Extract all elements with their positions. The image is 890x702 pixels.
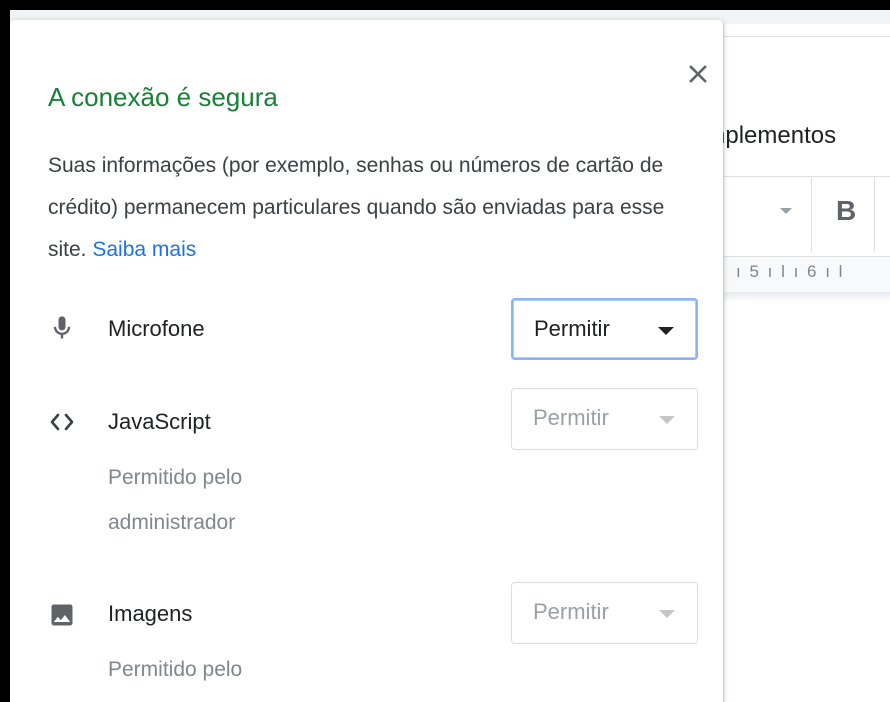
- window-frame-left: [0, 0, 10, 702]
- note-line: administrador: [108, 692, 242, 702]
- toolbar-separator: [874, 178, 875, 252]
- javascript-permission-select: Permitir: [511, 388, 698, 450]
- image-icon: [51, 604, 73, 626]
- select-value: Permitir: [533, 405, 609, 430]
- close-icon: [689, 65, 707, 83]
- javascript-admin-note: Permitido pelo administrador: [108, 455, 242, 545]
- images-admin-note: Permitido pelo administrador: [108, 647, 242, 702]
- site-info-popup: A conexão é segura Suas informações (por…: [10, 20, 723, 702]
- close-button[interactable]: [682, 58, 714, 90]
- document-toolbar: [724, 176, 890, 255]
- font-size-dropdown-arrow-icon[interactable]: [780, 208, 792, 214]
- ruler-shadow: [724, 292, 890, 302]
- toolbar-separator: [811, 178, 812, 252]
- ruler-markings: ı 5 ı l ı 6 ı l: [736, 262, 845, 281]
- microphone-permission-select[interactable]: Permitir: [511, 298, 698, 360]
- chevron-down-icon: [659, 610, 675, 618]
- note-line: Permitido pelo: [108, 658, 243, 681]
- permission-label-microfone: Microfone: [108, 316, 205, 341]
- connection-description: Suas informações (por exemplo, senhas ou…: [48, 145, 688, 271]
- code-icon: [50, 413, 74, 431]
- permission-label-javascript: JavaScript: [108, 409, 211, 434]
- images-permission-select: Permitir: [511, 582, 698, 644]
- menu-item-complementos[interactable]: nplementos: [712, 122, 836, 150]
- select-value: Permitir: [533, 599, 609, 624]
- select-value: Permitir: [534, 316, 610, 341]
- permission-label-imagens: Imagens: [108, 601, 193, 626]
- microphone-icon: [53, 316, 71, 339]
- note-line: Permitido pelo: [108, 466, 243, 489]
- bold-button[interactable]: B: [836, 195, 856, 227]
- note-line: administrador: [108, 511, 236, 534]
- window-frame-top: [0, 0, 890, 10]
- chevron-down-icon: [659, 416, 675, 424]
- connection-secure-title: A conexão é segura: [48, 82, 278, 112]
- screen: nplementos B ı 5 ı l ı 6 ı l A conexão é…: [0, 0, 890, 702]
- chevron-down-icon: [658, 327, 674, 335]
- document-header-divider: [724, 36, 890, 37]
- learn-more-link[interactable]: Saiba mais: [92, 238, 196, 261]
